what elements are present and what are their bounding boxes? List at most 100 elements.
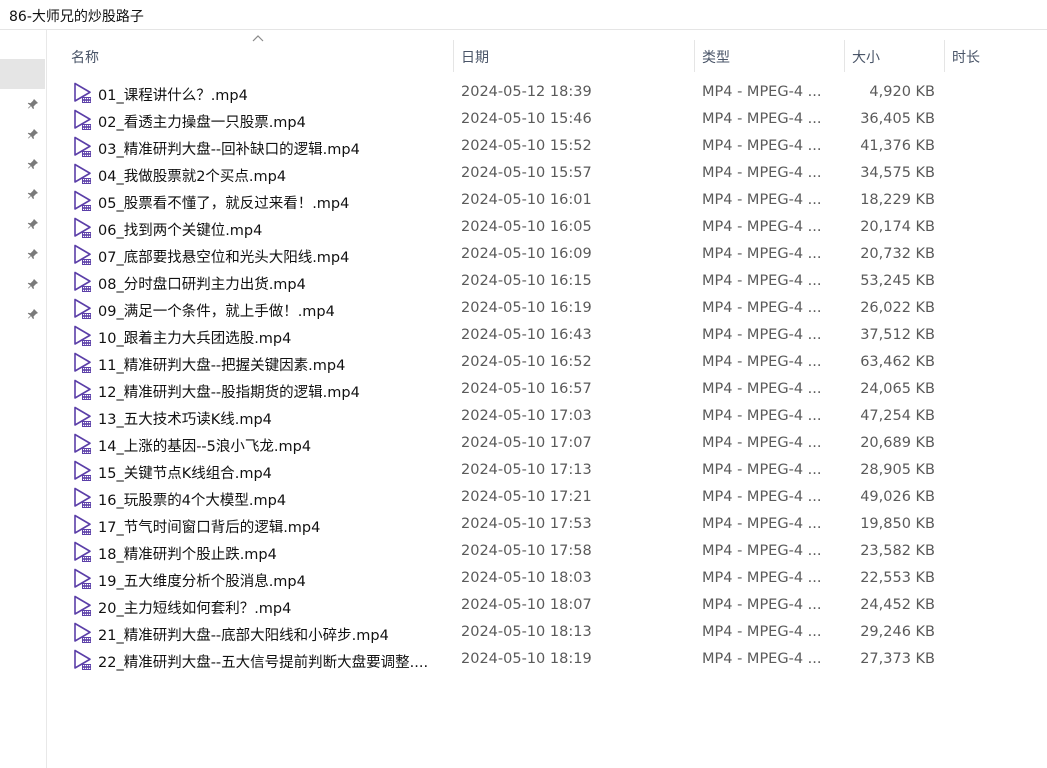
window-title: 86-大师兄的炒股路子 [9, 9, 144, 25]
file-date: 2024-05-10 16:57 [461, 381, 592, 397]
video-file-icon [74, 325, 91, 346]
file-date: 2024-05-10 17:21 [461, 489, 592, 505]
file-date: 2024-05-10 15:52 [461, 138, 592, 154]
file-date: 2024-05-10 18:03 [461, 570, 592, 586]
file-date: 2024-05-10 17:53 [461, 516, 592, 532]
file-size: 28,905 KB [860, 462, 935, 478]
file-type: MP4 - MPEG-4 ... [702, 597, 822, 613]
video-file-icon [74, 352, 91, 373]
pin-icon[interactable] [27, 188, 39, 200]
video-file-icon [74, 406, 91, 427]
column-divider[interactable] [944, 40, 945, 72]
file-size: 27,373 KB [860, 651, 935, 667]
file-row[interactable]: 14_上涨的基因--5浪小飞龙.mp4 2024-05-10 17:07 MP4 -… [66, 431, 1036, 458]
file-row[interactable]: 17_节气时间窗口背后的逻辑.mp4 2024-05-10 17:53 MP4 - … [66, 512, 1036, 539]
file-name: 09_满足一个条件，就上手做！.mp4 [98, 304, 335, 320]
file-row[interactable]: 20_主力短线如何套利？.mp4 2024-05-10 18:07 MP4 - MP… [66, 593, 1036, 620]
pin-icon[interactable] [27, 278, 39, 290]
file-size: 34,575 KB [860, 165, 935, 181]
video-file-icon [74, 298, 91, 319]
file-row[interactable]: 19_五大维度分析个股消息.mp4 2024-05-10 18:03 MP4 - M… [66, 566, 1036, 593]
file-type: MP4 - MPEG-4 ... [702, 273, 822, 289]
column-duration-header[interactable]: 时长 [952, 47, 980, 67]
file-row[interactable]: 03_精准研判大盘--回补缺口的逻辑.mp4 2024-05-10 15:52 MP… [66, 134, 1036, 161]
file-type: MP4 - MPEG-4 ... [702, 300, 822, 316]
file-size: 24,065 KB [860, 381, 935, 397]
file-row[interactable]: 22_精准研判大盘--五大信号提前判断大盘要调整.... 2024-05-10 1… [66, 647, 1036, 674]
file-type: MP4 - MPEG-4 ... [702, 165, 822, 181]
file-date: 2024-05-10 17:13 [461, 462, 592, 478]
file-row[interactable]: 13_五大技术巧读K线.mp4 2024-05-10 17:03 MP4 - MPE… [66, 404, 1036, 431]
file-date: 2024-05-10 16:09 [461, 246, 592, 262]
file-row[interactable]: 18_精准研判个股止跌.mp4 2024-05-10 17:58 MP4 - MPE… [66, 539, 1036, 566]
pin-icon[interactable] [27, 308, 39, 320]
column-divider[interactable] [844, 40, 845, 72]
file-size: 24,452 KB [860, 597, 935, 613]
pin-icon[interactable] [27, 218, 39, 230]
file-row[interactable]: 07_底部要找悬空位和光头大阳线.mp4 2024-05-10 16:09 MP4 … [66, 242, 1036, 269]
file-row[interactable]: 21_精准研判大盘--底部大阳线和小碎步.mp4 2024-05-10 18:13… [66, 620, 1036, 647]
nav-selected-item[interactable] [0, 59, 45, 89]
column-size-header[interactable]: 大小 [852, 47, 880, 67]
sort-ascending-icon [252, 35, 264, 42]
file-size: 37,512 KB [860, 327, 935, 343]
file-row[interactable]: 02_看透主力操盘一只股票.mp4 2024-05-10 15:46 MP4 - M… [66, 107, 1036, 134]
file-name: 14_上涨的基因--5浪小飞龙.mp4 [98, 439, 312, 455]
file-size: 49,026 KB [860, 489, 935, 505]
file-row[interactable]: 11_精准研判大盘--把握关键因素.mp4 2024-05-10 16:52 MP4… [66, 350, 1036, 377]
column-divider[interactable] [453, 40, 454, 72]
file-row[interactable]: 05_股票看不懂了，就反过来看！.mp4 2024-05-10 16:01 MP4 … [66, 188, 1036, 215]
file-type: MP4 - MPEG-4 ... [702, 489, 822, 505]
file-row[interactable]: 16_玩股票的4个大模型.mp4 2024-05-10 17:21 MP4 - MP… [66, 485, 1036, 512]
file-row[interactable]: 06_找到两个关键位.mp4 2024-05-10 16:05 MP4 - MPEG… [66, 215, 1036, 242]
pin-icon[interactable] [27, 128, 39, 140]
file-name: 12_精准研判大盘--股指期货的逻辑.mp4 [98, 385, 360, 401]
file-name: 15_关键节点K线组合.mp4 [98, 466, 272, 482]
file-date: 2024-05-10 16:43 [461, 327, 592, 343]
file-row[interactable]: 09_满足一个条件，就上手做！.mp4 2024-05-10 16:19 MP4 -… [66, 296, 1036, 323]
video-file-icon [74, 190, 91, 211]
pin-icon[interactable] [27, 158, 39, 170]
video-file-icon [74, 82, 91, 103]
column-type-header[interactable]: 类型 [702, 47, 730, 67]
video-file-icon [74, 271, 91, 292]
column-date-header[interactable]: 日期 [461, 47, 489, 67]
video-file-icon [74, 487, 91, 508]
column-divider[interactable] [694, 40, 695, 72]
file-date: 2024-05-12 18:39 [461, 84, 592, 100]
file-row[interactable]: 15_关键节点K线组合.mp4 2024-05-10 17:13 MP4 - MPE… [66, 458, 1036, 485]
file-name: 19_五大维度分析个股消息.mp4 [98, 574, 306, 590]
file-type: MP4 - MPEG-4 ... [702, 381, 822, 397]
column-name-header[interactable]: 名称 [71, 47, 99, 67]
video-file-icon [74, 136, 91, 157]
video-file-icon [74, 433, 91, 454]
video-file-icon [74, 568, 91, 589]
file-date: 2024-05-10 16:05 [461, 219, 592, 235]
file-size: 53,245 KB [860, 273, 935, 289]
file-name: 10_跟着主力大兵团选股.mp4 [98, 331, 292, 347]
file-size: 20,689 KB [860, 435, 935, 451]
video-file-icon [74, 109, 91, 130]
video-file-icon [74, 622, 91, 643]
file-row[interactable]: 12_精准研判大盘--股指期货的逻辑.mp4 2024-05-10 16:57 MP… [66, 377, 1036, 404]
file-type: MP4 - MPEG-4 ... [702, 138, 822, 154]
file-name: 21_精准研判大盘--底部大阳线和小碎步.mp4 [98, 628, 389, 644]
video-file-icon [74, 163, 91, 184]
file-name: 06_找到两个关键位.mp4 [98, 223, 263, 239]
file-size: 26,022 KB [860, 300, 935, 316]
file-row[interactable]: 01_课程讲什么？.mp4 2024-05-12 18:39 MP4 - MPEG-… [66, 80, 1036, 107]
pin-icon[interactable] [27, 98, 39, 110]
pin-icon[interactable] [27, 248, 39, 260]
file-row[interactable]: 08_分时盘口研判主力出货.mp4 2024-05-10 16:15 MP4 - M… [66, 269, 1036, 296]
file-date: 2024-05-10 16:01 [461, 192, 592, 208]
file-type: MP4 - MPEG-4 ... [702, 543, 822, 559]
file-name: 20_主力短线如何套利？.mp4 [98, 601, 292, 617]
file-row[interactable]: 04_我做股票就2个买点.mp4 2024-05-10 15:57 MP4 - MP… [66, 161, 1036, 188]
file-type: MP4 - MPEG-4 ... [702, 624, 822, 640]
file-size: 4,920 KB [869, 84, 935, 100]
video-file-icon [74, 649, 91, 670]
file-name: 01_课程讲什么？.mp4 [98, 88, 248, 104]
file-row[interactable]: 10_跟着主力大兵团选股.mp4 2024-05-10 16:43 MP4 - MP… [66, 323, 1036, 350]
file-name: 22_精准研判大盘--五大信号提前判断大盘要调整.... [98, 655, 429, 671]
file-name: 04_我做股票就2个买点.mp4 [98, 169, 287, 185]
